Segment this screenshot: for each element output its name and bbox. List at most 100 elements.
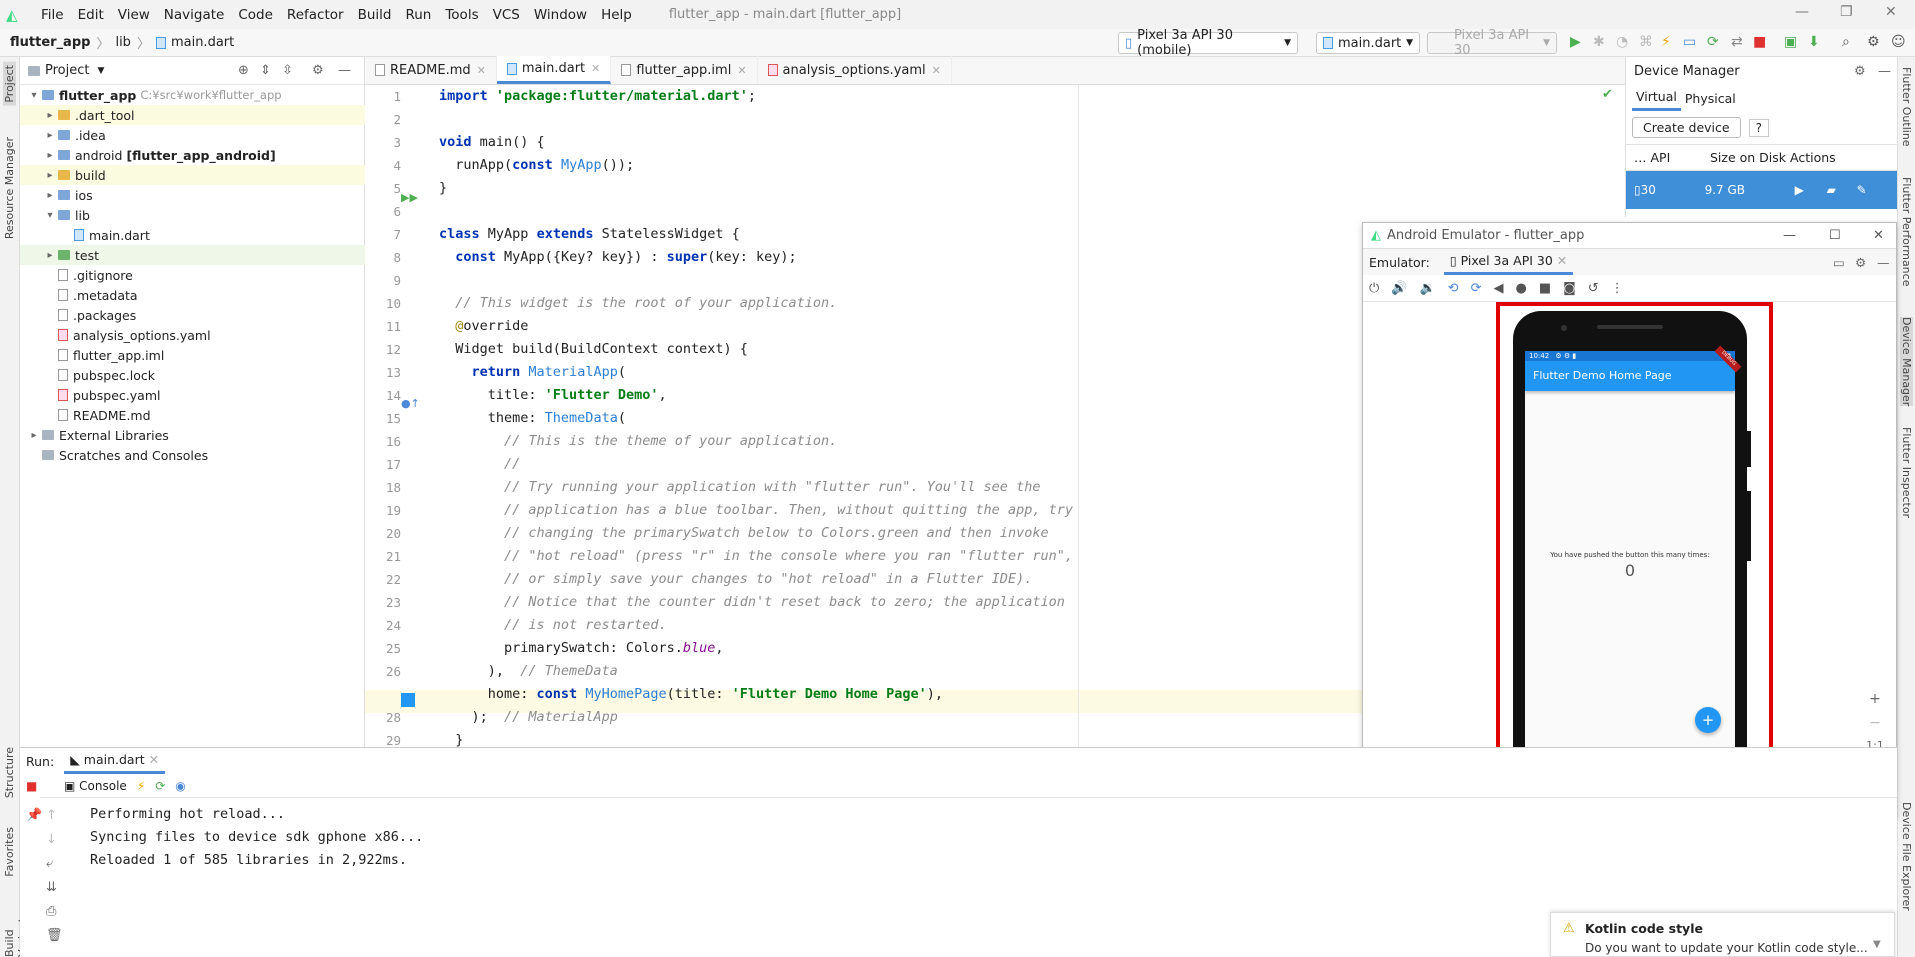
tool-window-flutter-inspector[interactable]: Flutter Inspector [1900,427,1913,518]
project-view-title[interactable]: Project [45,63,89,78]
tree-item[interactable]: analysis_options.yaml [20,325,365,345]
open-folder-icon[interactable]: ▰ [1827,183,1857,197]
search-icon[interactable]: ⌕ [1842,34,1850,50]
tool-window-flutter-performance[interactable]: Flutter Performance [1900,177,1913,286]
chevron-down-icon[interactable]: ▼ [97,66,104,76]
tree-item[interactable]: flutter_app.iml [20,345,365,365]
notification-body[interactable]: Do you want to update your Kotlin code s… [1585,941,1868,955]
menu-build[interactable]: Build [351,7,399,23]
tree-item[interactable]: ▸ test [20,245,365,265]
more-icon[interactable]: ⋮ [1611,281,1624,296]
tree-item[interactable]: ▸ ios [20,185,365,205]
close-tab-icon[interactable]: ✕ [477,64,486,77]
rotate-left-icon[interactable]: ⟲ [1448,281,1459,296]
options-gear-icon[interactable]: ⚙ [1855,255,1866,270]
tree-item[interactable]: pubspec.yaml [20,385,365,405]
help-button[interactable]: ? [1748,118,1769,137]
run-configuration-selector[interactable]: main.dart ▼ [1316,32,1420,54]
zoom-in-button[interactable]: + [1860,691,1890,707]
back-icon[interactable]: ◀ [1493,281,1503,296]
scroll-up-icon[interactable]: ↑ [46,808,57,823]
column-size[interactable]: Size on Disk [1710,150,1790,165]
tree-item[interactable]: ▸ .dart_tool [20,105,365,125]
chevron-right-icon[interactable]: ▸ [44,130,56,141]
minimize-icon[interactable]: — [1783,228,1796,243]
rotate-right-icon[interactable]: ⟳ [1471,281,1482,296]
device-row[interactable]: ▯ 30 9.7 GB ▶ ▰ ✎ [1626,171,1897,209]
tab-analysis-options[interactable]: analysis_options.yaml ✕ [758,56,952,84]
chevron-right-icon[interactable]: ▸ [44,250,56,261]
chevron-right-icon[interactable]: ▸ [44,110,56,121]
tool-window-device-manager[interactable]: Device Manager [1900,317,1913,407]
column-api[interactable]: … API [1634,150,1710,165]
print-icon[interactable]: ⎙ [46,904,56,919]
expand-all-icon[interactable]: ⇕ [260,63,271,78]
tree-item[interactable]: main.dart [20,225,365,245]
close-icon[interactable]: ✕ [1873,228,1884,243]
breadcrumb-file[interactable]: main.dart [171,35,234,50]
chevron-right-icon[interactable]: ▸ [44,150,56,161]
color-swatch-icon[interactable] [401,693,415,707]
tree-item[interactable]: ▾ lib [20,205,365,225]
hot-reload-icon[interactable]: ⚡ [137,779,145,793]
tab-flutter-app-iml[interactable]: flutter_app.iml ✕ [611,56,758,84]
menu-view[interactable]: View [111,7,157,23]
restore-window-icon[interactable]: ❐ [1840,4,1853,20]
column-actions[interactable]: Actions [1790,150,1836,165]
profile-icon[interactable]: ◔ [1616,34,1628,50]
snapshot-icon[interactable]: ↺ [1588,281,1599,296]
breadcrumb-project[interactable]: flutter_app [10,35,90,50]
pin-icon[interactable]: 📌 [26,808,42,823]
menu-vcs[interactable]: VCS [486,7,527,23]
hot-reload-icon[interactable]: ⚡ [1661,34,1671,50]
menu-navigate[interactable]: Navigate [157,7,232,23]
tree-item[interactable]: ▾ flutter_app C:¥src¥work¥flutter_app [20,85,365,105]
minimize-window-icon[interactable]: — [1795,4,1809,20]
debug-icon[interactable]: ✱ [1593,34,1605,50]
scroll-down-icon[interactable]: ↓ [46,832,57,847]
tool-window-device-file-explorer[interactable]: Device File Explorer [1900,802,1913,911]
volume-up-icon[interactable]: 🔊 [1391,281,1407,296]
volume-down-icon[interactable]: 🔉 [1419,281,1435,296]
tree-item[interactable]: pubspec.lock [20,365,365,385]
maximize-icon[interactable]: ☐ [1829,228,1841,243]
menu-file[interactable]: File [34,7,71,23]
run-config-tab[interactable]: ◣ main.dart ✕ [64,748,166,774]
hot-restart-icon[interactable]: ⟳ [1707,34,1719,50]
options-gear-icon[interactable]: ⚙ [312,63,324,78]
screenshot-camera-icon[interactable]: ◙ [1563,281,1576,296]
home-icon[interactable]: ● [1515,281,1526,296]
options-gear-icon[interactable]: ⚙ [1854,64,1866,79]
chevron-down-icon[interactable]: ▼ [1873,939,1881,950]
hide-panel-icon[interactable]: — [1877,255,1890,270]
tool-window-favorites[interactable]: Favorites [3,827,16,877]
sdk-manager-icon[interactable]: ⬇ [1808,34,1820,50]
target-device-selector[interactable]: Pixel 3a API 30 ▼ [1427,28,1557,58]
tree-item[interactable]: ▸ build [20,165,365,185]
launch-device-icon[interactable]: ▶ [1795,183,1827,197]
zoom-out-button[interactable]: − [1860,715,1890,731]
create-device-button[interactable]: Create device [1632,117,1741,138]
account-icon[interactable]: ☺ [1891,34,1906,50]
apply-changes-icon[interactable]: ⇄ [1731,34,1743,50]
chevron-down-icon[interactable]: ▾ [28,90,40,101]
tree-item[interactable]: ▸ android [flutter_app_android] [20,145,365,165]
menu-help[interactable]: Help [594,7,639,23]
chevron-down-icon[interactable]: ▾ [44,210,56,221]
close-tab-icon[interactable]: ✕ [737,64,746,77]
attach-icon[interactable]: ⌘ [1639,34,1653,50]
menu-code[interactable]: Code [231,7,280,23]
menu-tools[interactable]: Tools [438,7,485,23]
locate-icon[interactable]: ⊕ [238,63,249,78]
clear-icon[interactable]: 🗑 [46,928,63,943]
close-tab-icon[interactable]: ✕ [591,62,600,75]
hide-panel-icon[interactable]: — [338,63,351,78]
console-tab[interactable]: ▣ Console [64,779,127,793]
scroll-to-end-icon[interactable]: ⇊ [46,880,57,895]
layout-icon[interactable]: ▭ [1833,255,1845,270]
run-icon[interactable]: ▶ [1570,34,1581,50]
chevron-right-icon[interactable]: ▸ [44,170,56,181]
tree-item[interactable]: ▸ .idea [20,125,365,145]
menu-run[interactable]: Run [398,7,438,23]
edit-device-icon[interactable]: ✎ [1857,183,1867,197]
